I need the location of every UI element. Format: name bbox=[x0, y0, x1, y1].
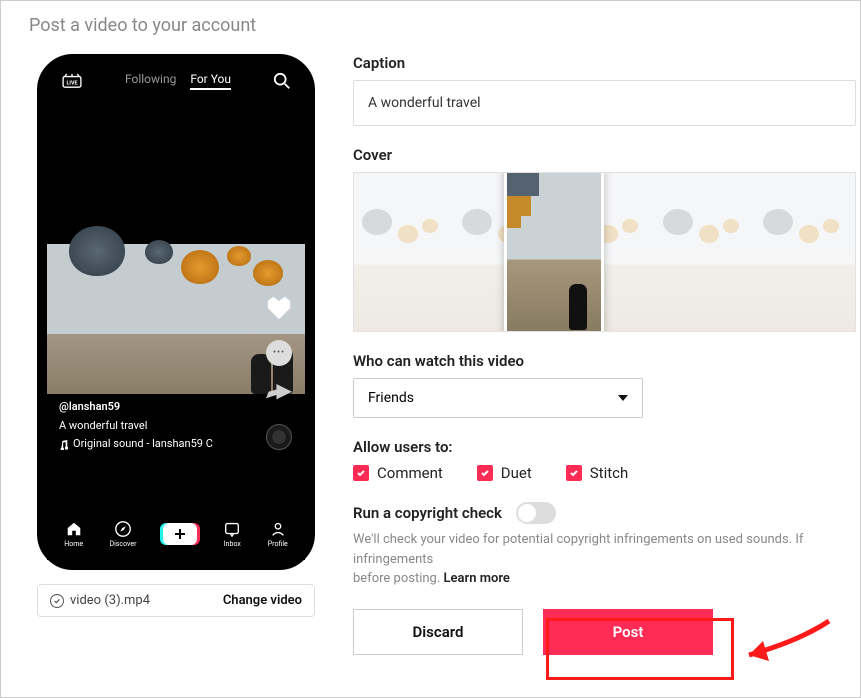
checkbox-duet[interactable]: Duet bbox=[477, 464, 532, 482]
username[interactable]: @lanshan59 bbox=[59, 398, 213, 417]
caret-down-icon bbox=[618, 395, 628, 401]
nav-create[interactable] bbox=[163, 523, 197, 545]
video-caption: A wonderful travel bbox=[59, 417, 213, 436]
svg-text:LIVE: LIVE bbox=[67, 81, 78, 87]
caption-input[interactable] bbox=[353, 80, 856, 126]
checkbox-stitch[interactable]: Stitch bbox=[566, 464, 628, 482]
post-button[interactable]: Post bbox=[543, 609, 713, 655]
filename: video (3).mp4 bbox=[70, 593, 150, 608]
nav-profile[interactable]: Profile bbox=[268, 520, 288, 548]
copyright-toggle[interactable] bbox=[516, 502, 556, 524]
visibility-select[interactable]: Friends bbox=[353, 378, 643, 418]
music-info[interactable]: Original sound - lanshan59 C bbox=[59, 435, 213, 454]
discard-button[interactable]: Discard bbox=[353, 609, 523, 655]
comment-icon[interactable]: ••• bbox=[266, 340, 292, 366]
visibility-label: Who can watch this video bbox=[353, 352, 856, 370]
like-icon[interactable] bbox=[265, 294, 293, 322]
nav-discover[interactable]: Discover bbox=[110, 520, 137, 548]
search-icon[interactable] bbox=[273, 72, 291, 90]
sound-disc-icon[interactable] bbox=[266, 424, 292, 450]
share-icon[interactable] bbox=[266, 384, 292, 406]
live-icon[interactable]: LIVE bbox=[61, 73, 83, 89]
cover-selector[interactable] bbox=[353, 172, 856, 332]
allow-label: Allow users to: bbox=[353, 438, 856, 456]
caption-label: Caption bbox=[353, 54, 856, 72]
nav-inbox[interactable]: Inbox bbox=[223, 520, 241, 548]
copyright-helper: We'll check your video for potential cop… bbox=[353, 530, 856, 589]
nav-home[interactable]: Home bbox=[64, 520, 83, 548]
copyright-label: Run a copyright check bbox=[353, 504, 502, 522]
check-circle-icon bbox=[50, 594, 64, 608]
checkbox-comment[interactable]: Comment bbox=[353, 464, 443, 482]
selected-cover-thumb[interactable] bbox=[504, 172, 604, 332]
page-title: Post a video to your account bbox=[1, 1, 860, 36]
phone-preview: LIVE Following For You ••• bbox=[37, 54, 315, 570]
video-preview[interactable]: ••• @lanshan59 A wonderful travel Origin… bbox=[47, 94, 305, 514]
learn-more-link[interactable]: Learn more bbox=[444, 571, 510, 586]
music-note-icon bbox=[59, 440, 69, 450]
cover-label: Cover bbox=[353, 146, 856, 164]
tab-following[interactable]: Following bbox=[125, 72, 176, 90]
change-video-link[interactable]: Change video bbox=[223, 593, 302, 608]
tab-for-you[interactable]: For You bbox=[190, 72, 231, 90]
file-row: video (3).mp4 Change video bbox=[37, 584, 315, 617]
